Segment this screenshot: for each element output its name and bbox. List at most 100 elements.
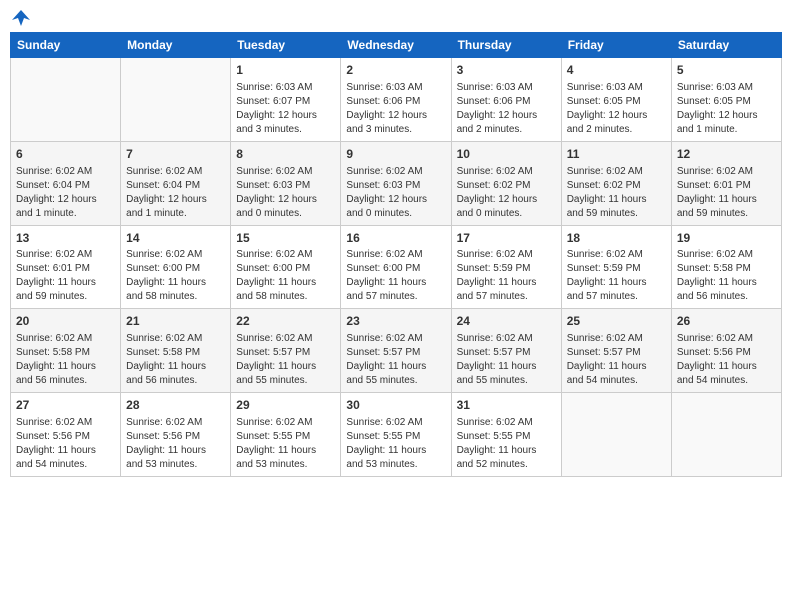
calendar-cell: 27 Sunrise: 6:02 AMSunset: 5:56 PMDayligh… bbox=[11, 393, 121, 477]
calendar-header-wednesday: Wednesday bbox=[341, 33, 451, 58]
calendar-cell bbox=[561, 393, 671, 477]
calendar-cell: 8 Sunrise: 6:02 AMSunset: 6:03 PMDaylight… bbox=[231, 141, 341, 225]
calendar-cell bbox=[121, 58, 231, 142]
day-number: 9 bbox=[346, 146, 445, 163]
day-number: 16 bbox=[346, 230, 445, 247]
calendar-cell: 2 Sunrise: 6:03 AMSunset: 6:06 PMDaylight… bbox=[341, 58, 451, 142]
day-info: Sunrise: 6:02 AMSunset: 6:04 PMDaylight:… bbox=[126, 165, 225, 221]
day-info: Sunrise: 6:02 AMSunset: 5:56 PMDaylight:… bbox=[16, 416, 115, 472]
day-number: 27 bbox=[16, 397, 115, 414]
calendar-week-row: 20Sunrise: 6:02 AMSunset: 5:58 PMDayligh… bbox=[11, 309, 782, 393]
day-info: Sunrise: 6:02 AMSunset: 6:00 PMDaylight:… bbox=[346, 248, 445, 304]
day-info: Sunrise: 6:02 AMSunset: 6:00 PMDaylight:… bbox=[126, 248, 225, 304]
day-number: 12 bbox=[677, 146, 776, 163]
day-info: Sunrise: 6:02 AMSunset: 5:56 PMDaylight:… bbox=[677, 332, 776, 388]
calendar-week-row: 13Sunrise: 6:02 AMSunset: 6:01 PMDayligh… bbox=[11, 225, 782, 309]
calendar-week-row: 1 Sunrise: 6:03 AMSunset: 6:07 PMDaylight… bbox=[11, 58, 782, 142]
calendar-cell: 26Sunrise: 6:02 AMSunset: 5:56 PMDayligh… bbox=[671, 309, 781, 393]
day-number: 15 bbox=[236, 230, 335, 247]
calendar-header-saturday: Saturday bbox=[671, 33, 781, 58]
calendar-cell bbox=[671, 393, 781, 477]
calendar-header-row: SundayMondayTuesdayWednesdayThursdayFrid… bbox=[11, 33, 782, 58]
day-info: Sunrise: 6:02 AMSunset: 5:55 PMDaylight:… bbox=[346, 416, 445, 472]
calendar-cell: 17Sunrise: 6:02 AMSunset: 5:59 PMDayligh… bbox=[451, 225, 561, 309]
day-info: Sunrise: 6:02 AMSunset: 5:58 PMDaylight:… bbox=[126, 332, 225, 388]
calendar-cell: 9 Sunrise: 6:02 AMSunset: 6:03 PMDaylight… bbox=[341, 141, 451, 225]
day-info: Sunrise: 6:02 AMSunset: 5:55 PMDaylight:… bbox=[457, 416, 556, 472]
day-info: Sunrise: 6:02 AMSunset: 6:02 PMDaylight:… bbox=[567, 165, 666, 221]
calendar-cell: 11 Sunrise: 6:02 AMSunset: 6:02 PMDayligh… bbox=[561, 141, 671, 225]
logo bbox=[10, 10, 30, 26]
calendar-cell: 28 Sunrise: 6:02 AMSunset: 5:56 PMDayligh… bbox=[121, 393, 231, 477]
calendar-cell: 19Sunrise: 6:02 AMSunset: 5:58 PMDayligh… bbox=[671, 225, 781, 309]
calendar-cell: 21 Sunrise: 6:02 AMSunset: 5:58 PMDayligh… bbox=[121, 309, 231, 393]
logo-bird-icon bbox=[12, 10, 30, 26]
day-info: Sunrise: 6:02 AMSunset: 6:04 PMDaylight:… bbox=[16, 165, 115, 221]
day-number: 21 bbox=[126, 313, 225, 330]
day-number: 28 bbox=[126, 397, 225, 414]
day-info: Sunrise: 6:02 AMSunset: 5:59 PMDaylight:… bbox=[457, 248, 556, 304]
day-info: Sunrise: 6:02 AMSunset: 6:00 PMDaylight:… bbox=[236, 248, 335, 304]
day-number: 19 bbox=[677, 230, 776, 247]
calendar-header-sunday: Sunday bbox=[11, 33, 121, 58]
day-info: Sunrise: 6:02 AMSunset: 5:57 PMDaylight:… bbox=[457, 332, 556, 388]
calendar-week-row: 6 Sunrise: 6:02 AMSunset: 6:04 PMDaylight… bbox=[11, 141, 782, 225]
calendar-cell bbox=[11, 58, 121, 142]
day-info: Sunrise: 6:02 AMSunset: 5:59 PMDaylight:… bbox=[567, 248, 666, 304]
calendar-cell: 4Sunrise: 6:03 AMSunset: 6:05 PMDaylight… bbox=[561, 58, 671, 142]
day-number: 31 bbox=[457, 397, 556, 414]
day-number: 18 bbox=[567, 230, 666, 247]
day-info: Sunrise: 6:02 AMSunset: 6:02 PMDaylight:… bbox=[457, 165, 556, 221]
day-number: 25 bbox=[567, 313, 666, 330]
calendar-cell: 29 Sunrise: 6:02 AMSunset: 5:55 PMDayligh… bbox=[231, 393, 341, 477]
calendar-cell: 7 Sunrise: 6:02 AMSunset: 6:04 PMDaylight… bbox=[121, 141, 231, 225]
day-number: 2 bbox=[346, 62, 445, 79]
calendar-header-friday: Friday bbox=[561, 33, 671, 58]
calendar-week-row: 27 Sunrise: 6:02 AMSunset: 5:56 PMDayligh… bbox=[11, 393, 782, 477]
day-number: 1 bbox=[236, 62, 335, 79]
calendar-cell: 16Sunrise: 6:02 AMSunset: 6:00 PMDayligh… bbox=[341, 225, 451, 309]
calendar-cell: 10 Sunrise: 6:02 AMSunset: 6:02 PMDayligh… bbox=[451, 141, 561, 225]
day-info: Sunrise: 6:02 AMSunset: 5:57 PMDaylight:… bbox=[567, 332, 666, 388]
calendar-cell: 20Sunrise: 6:02 AMSunset: 5:58 PMDayligh… bbox=[11, 309, 121, 393]
calendar-header-monday: Monday bbox=[121, 33, 231, 58]
calendar-cell: 31 Sunrise: 6:02 AMSunset: 5:55 PMDayligh… bbox=[451, 393, 561, 477]
day-number: 13 bbox=[16, 230, 115, 247]
day-number: 5 bbox=[677, 62, 776, 79]
day-number: 11 bbox=[567, 146, 666, 163]
day-number: 24 bbox=[457, 313, 556, 330]
calendar-cell: 14Sunrise: 6:02 AMSunset: 6:00 PMDayligh… bbox=[121, 225, 231, 309]
day-number: 10 bbox=[457, 146, 556, 163]
calendar-cell: 3 Sunrise: 6:03 AMSunset: 6:06 PMDaylight… bbox=[451, 58, 561, 142]
calendar-header-thursday: Thursday bbox=[451, 33, 561, 58]
day-info: Sunrise: 6:02 AMSunset: 5:55 PMDaylight:… bbox=[236, 416, 335, 472]
day-number: 3 bbox=[457, 62, 556, 79]
calendar-cell: 18Sunrise: 6:02 AMSunset: 5:59 PMDayligh… bbox=[561, 225, 671, 309]
day-info: Sunrise: 6:02 AMSunset: 6:03 PMDaylight:… bbox=[236, 165, 335, 221]
day-number: 8 bbox=[236, 146, 335, 163]
day-info: Sunrise: 6:02 AMSunset: 5:56 PMDaylight:… bbox=[126, 416, 225, 472]
day-number: 6 bbox=[16, 146, 115, 163]
day-info: Sunrise: 6:02 AMSunset: 6:01 PMDaylight:… bbox=[677, 165, 776, 221]
day-info: Sunrise: 6:02 AMSunset: 5:58 PMDaylight:… bbox=[16, 332, 115, 388]
calendar-cell: 1 Sunrise: 6:03 AMSunset: 6:07 PMDaylight… bbox=[231, 58, 341, 142]
day-number: 4 bbox=[567, 62, 666, 79]
day-info: Sunrise: 6:03 AMSunset: 6:07 PMDaylight:… bbox=[236, 81, 335, 137]
day-number: 22 bbox=[236, 313, 335, 330]
calendar-cell: 22 Sunrise: 6:02 AMSunset: 5:57 PMDayligh… bbox=[231, 309, 341, 393]
day-info: Sunrise: 6:02 AMSunset: 5:57 PMDaylight:… bbox=[346, 332, 445, 388]
day-number: 23 bbox=[346, 313, 445, 330]
day-number: 7 bbox=[126, 146, 225, 163]
calendar-cell: 12 Sunrise: 6:02 AMSunset: 6:01 PMDayligh… bbox=[671, 141, 781, 225]
day-info: Sunrise: 6:03 AMSunset: 6:06 PMDaylight:… bbox=[346, 81, 445, 137]
calendar-header-tuesday: Tuesday bbox=[231, 33, 341, 58]
calendar-cell: 15Sunrise: 6:02 AMSunset: 6:00 PMDayligh… bbox=[231, 225, 341, 309]
day-info: Sunrise: 6:03 AMSunset: 6:06 PMDaylight:… bbox=[457, 81, 556, 137]
day-info: Sunrise: 6:02 AMSunset: 6:03 PMDaylight:… bbox=[346, 165, 445, 221]
calendar-cell: 30 Sunrise: 6:02 AMSunset: 5:55 PMDayligh… bbox=[341, 393, 451, 477]
day-number: 29 bbox=[236, 397, 335, 414]
day-info: Sunrise: 6:02 AMSunset: 5:57 PMDaylight:… bbox=[236, 332, 335, 388]
day-number: 30 bbox=[346, 397, 445, 414]
day-number: 14 bbox=[126, 230, 225, 247]
calendar-table: SundayMondayTuesdayWednesdayThursdayFrid… bbox=[10, 32, 782, 477]
